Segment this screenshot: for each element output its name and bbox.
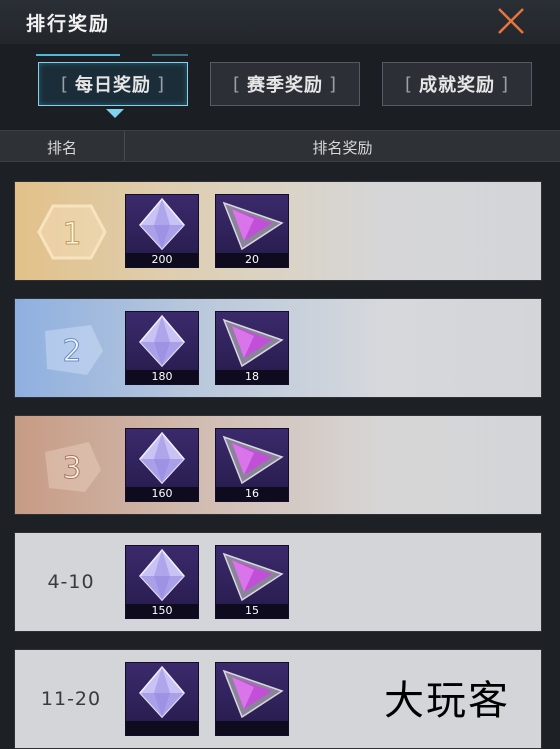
- close-button[interactable]: [494, 4, 528, 38]
- rank-3-badge-icon: 3: [45, 442, 101, 492]
- bracket-left-icon: [: [404, 73, 413, 95]
- title-bar: 排行奖励: [0, 0, 560, 45]
- item-quantity: 18: [216, 370, 288, 384]
- purple-shard-icon: [222, 435, 284, 485]
- tab-decoration: [36, 54, 120, 56]
- rank-number: 3: [62, 451, 81, 486]
- bracket-right-icon: ]: [157, 73, 166, 95]
- item-quantity: 15: [216, 604, 288, 618]
- active-tab-indicator-icon: [106, 109, 124, 118]
- tab-season-reward[interactable]: [ 赛季奖励 ]: [210, 62, 360, 106]
- purple-shard-icon: [222, 669, 284, 719]
- reward-row-2: 2 180 18: [14, 298, 542, 398]
- rank-range: 4-10: [47, 571, 95, 593]
- item-quantity: 150: [126, 604, 198, 618]
- shard-reward-item[interactable]: 18: [215, 311, 289, 385]
- rank-2-badge-icon: 2: [45, 325, 103, 375]
- crystal-gem-icon: [139, 548, 185, 602]
- table-header: 排名 排名奖励: [0, 130, 560, 162]
- tab-label: 每日奖励: [75, 75, 151, 96]
- gem-reward-item[interactable]: [125, 662, 199, 736]
- tab-achievement-reward[interactable]: [ 成就奖励 ]: [382, 62, 532, 106]
- item-quantity: [126, 721, 198, 735]
- tab-label: 赛季奖励: [247, 75, 323, 96]
- item-quantity: 16: [216, 487, 288, 501]
- column-rank: 排名: [46, 139, 77, 157]
- gem-reward-item[interactable]: 180: [125, 311, 199, 385]
- tab-decoration: [152, 54, 188, 56]
- crystal-gem-icon: [139, 431, 185, 485]
- item-quantity: [216, 721, 288, 735]
- crystal-gem-icon: [139, 314, 185, 368]
- item-quantity: 160: [126, 487, 198, 501]
- shard-reward-item[interactable]: 15: [215, 545, 289, 619]
- shard-reward-item[interactable]: 20: [215, 194, 289, 268]
- rank-number: 1: [62, 217, 81, 252]
- gem-reward-item[interactable]: 200: [125, 194, 199, 268]
- bracket-right-icon: ]: [329, 73, 338, 95]
- page-title: 排行奖励: [26, 13, 111, 35]
- watermark: 大玩客: [384, 678, 510, 724]
- item-quantity: 200: [126, 253, 198, 267]
- reward-row-1: 1 200 20: [14, 181, 542, 281]
- reward-row-3: 3 160 16: [14, 415, 542, 515]
- rank-range: 11-20: [40, 688, 102, 710]
- item-quantity: 180: [126, 370, 198, 384]
- purple-shard-icon: [222, 552, 284, 602]
- tab-label: 成就奖励: [419, 75, 495, 96]
- item-quantity: 20: [216, 253, 288, 267]
- purple-shard-icon: [222, 201, 284, 251]
- column-reward: 排名奖励: [312, 139, 373, 157]
- rank-number: 2: [62, 334, 81, 369]
- crystal-gem-icon: [139, 665, 185, 719]
- shard-reward-item[interactable]: [215, 662, 289, 736]
- bracket-left-icon: [: [232, 73, 241, 95]
- tab-daily-reward[interactable]: [ 每日奖励 ]: [38, 62, 188, 106]
- gem-reward-item[interactable]: 160: [125, 428, 199, 502]
- close-icon: [498, 8, 524, 34]
- bracket-right-icon: ]: [501, 73, 510, 95]
- reward-row-4-10: 4-10 150 15: [14, 532, 542, 632]
- bracket-left-icon: [: [60, 73, 69, 95]
- rank-1-badge-icon: 1: [37, 204, 107, 260]
- purple-shard-icon: [222, 318, 284, 368]
- shard-reward-item[interactable]: 16: [215, 428, 289, 502]
- gem-reward-item[interactable]: 150: [125, 545, 199, 619]
- crystal-gem-icon: [139, 197, 185, 251]
